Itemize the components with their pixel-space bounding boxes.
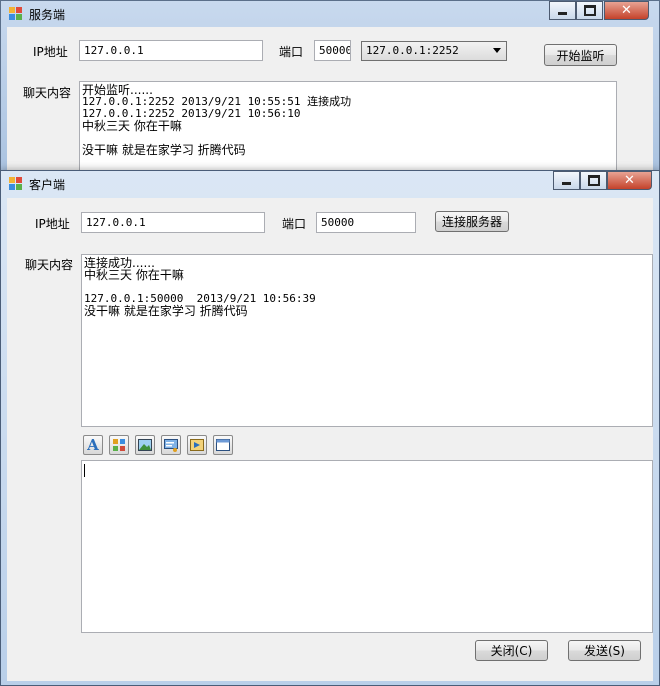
chat-label: 聊天内容 xyxy=(23,86,72,100)
ip-label: IP地址 xyxy=(35,217,70,231)
screenshot-button[interactable] xyxy=(161,435,181,455)
screenshot-icon xyxy=(164,438,178,452)
minimize-icon xyxy=(562,182,571,185)
send-file-button[interactable] xyxy=(187,435,207,455)
font-icon: A xyxy=(87,435,99,454)
ip-label: IP地址 xyxy=(33,45,68,59)
maximize-icon xyxy=(587,175,600,186)
ip-input[interactable]: 127.0.0.1 xyxy=(81,212,265,233)
server-chat-log[interactable]: 开始监听...... 127.0.0.1:2252 2013/9/21 10:5… xyxy=(79,81,617,181)
maximize-icon xyxy=(583,5,596,16)
client-window[interactable]: 客户端 ✕ IP地址 127.0.0.1 端口 50000 连接服务器 聊天内容… xyxy=(0,170,660,686)
format-toolbar: A xyxy=(83,435,283,457)
font-button[interactable]: A xyxy=(83,435,103,455)
chat-line: 没干嘛 就是在家学习 折腾代码 xyxy=(82,143,246,157)
server-titlebar[interactable]: 服务端 ✕ xyxy=(1,1,659,27)
window-icon xyxy=(216,439,230,451)
maximize-button[interactable] xyxy=(580,171,607,190)
minimize-button[interactable] xyxy=(553,171,580,190)
emoticon-grid-icon xyxy=(113,439,125,451)
close-icon: ✕ xyxy=(624,173,635,188)
connect-server-button[interactable]: 连接服务器 xyxy=(435,211,509,232)
window-title: 服务端 xyxy=(29,8,66,22)
port-label: 端口 xyxy=(279,45,304,59)
minimize-button[interactable] xyxy=(549,1,576,20)
app-icon xyxy=(9,7,23,21)
close-window-button[interactable]: ✕ xyxy=(604,1,649,20)
port-input[interactable]: 50000 xyxy=(314,40,351,61)
chat-line: 没干嘛 就是在家学习 折腾代码 xyxy=(84,304,248,318)
image-button[interactable] xyxy=(135,435,155,455)
client-chat-log[interactable]: 连接成功...... 中秋三天 你在干嘛 127.0.0.1:50000 201… xyxy=(81,254,653,427)
client-client-area: IP地址 127.0.0.1 端口 50000 连接服务器 聊天内容 连接成功.… xyxy=(7,198,653,681)
chat-line: 中秋三天 你在干嘛 xyxy=(82,119,182,133)
port-input[interactable]: 50000 xyxy=(316,212,416,233)
chat-line: 中秋三天 你在干嘛 xyxy=(84,268,184,282)
window-button[interactable] xyxy=(213,435,233,455)
ip-input[interactable]: 127.0.0.1 xyxy=(79,40,263,61)
client-titlebar[interactable]: 客户端 ✕ xyxy=(1,171,659,197)
port-label: 端口 xyxy=(282,217,307,231)
app-icon xyxy=(9,177,23,191)
text-caret xyxy=(84,464,85,477)
message-input[interactable] xyxy=(81,460,653,633)
window-title: 客户端 xyxy=(29,178,66,192)
chevron-down-icon xyxy=(493,48,501,53)
server-window[interactable]: 服务端 ✕ IP地址 127.0.0.1 端口 50000 127.0.0.1:… xyxy=(0,0,660,187)
client-select[interactable]: 127.0.0.1:2252 xyxy=(361,41,507,61)
image-icon xyxy=(138,439,152,451)
send-file-icon xyxy=(190,439,204,451)
close-icon: ✕ xyxy=(621,3,632,18)
emoticon-button[interactable] xyxy=(109,435,129,455)
minimize-icon xyxy=(558,12,567,15)
chat-label: 聊天内容 xyxy=(25,258,74,272)
start-listen-button[interactable]: 开始监听 xyxy=(544,44,617,66)
close-button[interactable]: 关闭(C) xyxy=(475,640,548,661)
client-select-value: 127.0.0.1:2252 xyxy=(366,44,459,57)
maximize-button[interactable] xyxy=(576,1,603,20)
server-client-area: IP地址 127.0.0.1 端口 50000 127.0.0.1:2252 开… xyxy=(7,27,653,187)
close-window-button[interactable]: ✕ xyxy=(607,171,652,190)
send-button[interactable]: 发送(S) xyxy=(568,640,641,661)
